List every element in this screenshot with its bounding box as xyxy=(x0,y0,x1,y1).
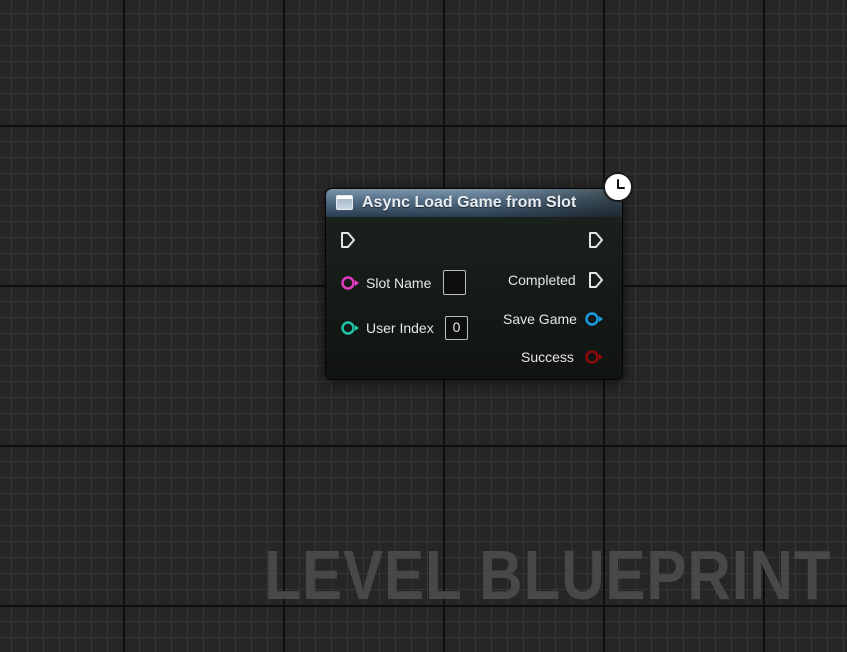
success-label: Success xyxy=(521,349,574,365)
exec-output-pin[interactable] xyxy=(588,231,604,249)
graph-canvas[interactable]: LEVEL BLUEPRINT Async Load Game from Slo… xyxy=(0,0,847,652)
node-header[interactable]: Async Load Game from Slot xyxy=(326,189,622,217)
save-game-pin[interactable] xyxy=(584,311,604,327)
node-body xyxy=(326,217,622,379)
completed-exec-pin[interactable] xyxy=(588,271,604,289)
user-index-pin[interactable] xyxy=(340,320,360,336)
slot-name-label: Slot Name xyxy=(366,275,432,291)
node-title: Async Load Game from Slot xyxy=(362,194,577,211)
user-index-input[interactable]: 0 xyxy=(445,316,468,340)
user-index-label: User Index xyxy=(366,320,434,336)
slot-name-input[interactable] xyxy=(443,270,466,295)
level-blueprint-watermark: LEVEL BLUEPRINT xyxy=(263,536,831,614)
clock-icon xyxy=(603,172,633,202)
exec-input-pin[interactable] xyxy=(340,231,356,249)
completed-label: Completed xyxy=(508,272,576,288)
save-game-label: Save Game xyxy=(503,311,577,327)
slot-name-pin[interactable] xyxy=(340,275,360,291)
function-icon xyxy=(336,195,353,210)
success-pin[interactable] xyxy=(584,349,604,365)
